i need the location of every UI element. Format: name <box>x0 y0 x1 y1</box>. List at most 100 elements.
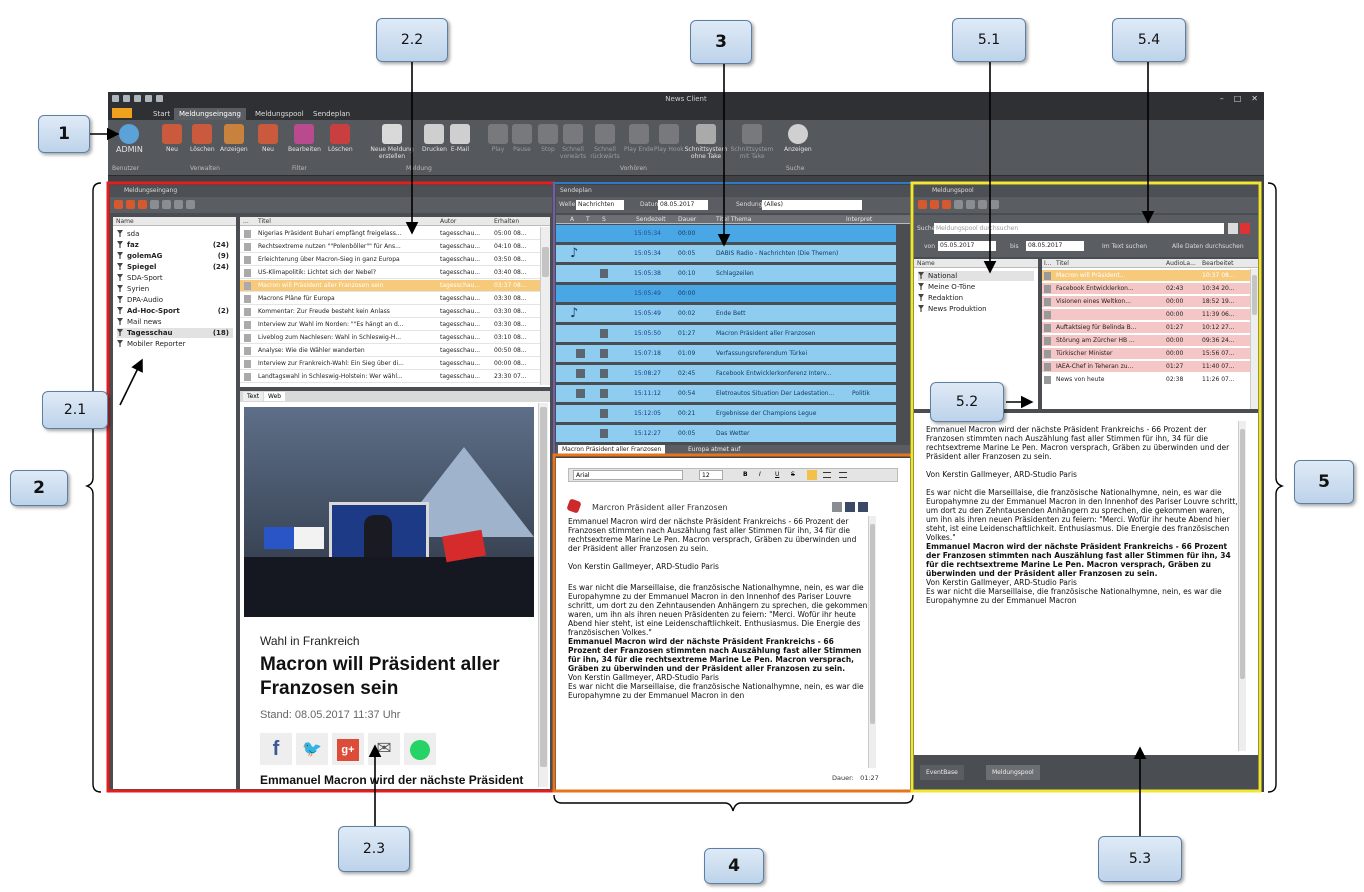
editor-text[interactable]: Emmanuel Macron wird der nächste Präside… <box>568 517 868 770</box>
pool-search-input[interactable]: Meldungspool durchsuchen <box>934 223 1224 234</box>
von-date[interactable]: 05.05.2017 <box>938 241 996 251</box>
column-header[interactable]: Name <box>113 217 236 226</box>
table-row[interactable]: News von heute 02:38 11:26 07... <box>1042 374 1250 386</box>
column-header[interactable]: Name <box>914 259 1038 268</box>
table-row[interactable]: Visionen eines Weltkon... 00:00 18:52 19..… <box>1042 296 1250 308</box>
table-row[interactable]: 00:00 11:39 06... <box>1042 309 1250 321</box>
filter-item[interactable]: DPA-Audio <box>117 295 233 305</box>
tree-item[interactable]: Redaktion <box>918 293 1034 303</box>
message-edit-button[interactable]: Bearbeiten <box>288 124 321 153</box>
search-show-button[interactable]: Anzeigen <box>784 124 812 153</box>
trash-icon[interactable] <box>858 502 868 512</box>
table-row[interactable]: Nigerias Präsident Buhari empfängt freig… <box>240 228 540 240</box>
pause-button[interactable]: Pause <box>512 124 532 153</box>
message-new-button[interactable]: Neu <box>258 124 278 153</box>
app-menu-button[interactable] <box>112 108 132 118</box>
table-row[interactable]: Macron will Präsident... 10:37 08... <box>1042 270 1250 282</box>
text-search-option[interactable]: Im Text suchen <box>1102 243 1147 250</box>
save-icon[interactable] <box>1228 223 1238 234</box>
filter-item[interactable]: sda <box>117 229 233 239</box>
chevron-down-icon[interactable] <box>845 502 855 512</box>
table-row[interactable]: Liveblog zum Nachlesen: Wahl in Schleswi… <box>240 332 540 344</box>
datum-field[interactable]: 08.05.2017 <box>658 200 708 210</box>
play-end-button[interactable]: Play Ende <box>624 124 654 153</box>
tree-item[interactable]: National <box>918 271 1034 281</box>
play-button[interactable]: Play <box>488 124 508 153</box>
cut-system-button[interactable]: Schnittsystem ohne Take <box>685 124 727 160</box>
table-row[interactable]: Türkischer Minister 00:00 15:56 07... <box>1042 348 1250 360</box>
bold-button[interactable]: B <box>743 469 748 481</box>
tab-web[interactable]: Web <box>264 392 286 401</box>
filter-new-button[interactable]: Neu <box>162 124 182 153</box>
tree-item[interactable]: News Produktion <box>918 304 1034 314</box>
filter-item[interactable]: Mobiler Reporter <box>117 339 233 349</box>
filter-delete-button[interactable]: Löschen <box>190 124 215 153</box>
bis-date[interactable]: 08.05.2017 <box>1026 241 1084 251</box>
schedule-row[interactable]: 15:05:49 00:00 <box>556 285 896 302</box>
tab-meldungseingang[interactable]: Meldungseingang <box>174 108 246 120</box>
align-center-icon[interactable] <box>823 472 831 478</box>
table-row[interactable]: US-Klimapolitik: Lichtet sich der Nebel?… <box>240 267 540 279</box>
table-row[interactable]: Kommentar: Zur Freude besteht kein Anlas… <box>240 306 540 318</box>
admin-button[interactable]: ADMIN <box>116 124 143 154</box>
italic-button[interactable]: I <box>759 469 761 481</box>
tab-eventbase[interactable]: EventBase <box>920 765 964 780</box>
play-hook-button[interactable]: Play Hook <box>654 124 684 153</box>
tab-meldungspool[interactable]: Meldungspool <box>250 108 309 120</box>
pool-text[interactable]: Emmanuel Macron wird der nächste Präside… <box>914 413 1258 755</box>
table-row[interactable]: Interview zur Wahl im Norden: ""Es hängt… <box>240 319 540 331</box>
table-row[interactable]: Erleichterung über Macron-Sieg in ganz E… <box>240 254 540 266</box>
size-select[interactable]: 12 <box>699 470 723 480</box>
table-row[interactable]: Rechtsextreme nutzen ""Polenböller"" für… <box>240 241 540 253</box>
schedule-row[interactable]: 15:05:50 01:27 Macron Präsident aller Fran… <box>556 325 896 342</box>
schedule-row[interactable]: 15:12:05 00:21 Ergebnisse der Champions Le… <box>556 405 896 422</box>
filter-item[interactable]: Mail news <box>117 317 233 327</box>
table-row[interactable]: Analyse: Wie die Wähler wanderten tagessc… <box>240 345 540 357</box>
tab-text[interactable]: Text <box>243 392 264 401</box>
cut-system-take-button[interactable]: Schnittsystem mit Take <box>731 124 773 160</box>
schedule-row[interactable]: 15:12:27 00:05 Das Wetter <box>556 425 896 442</box>
schedule-row[interactable]: 15:07:18 01:09 Verfassungsreferendum Türke… <box>556 345 896 362</box>
stop-button[interactable]: Stop <box>538 124 558 153</box>
create-message-button[interactable]: Neue Meldung erstellen <box>370 124 414 160</box>
doc-tab-europa[interactable]: Europa atmet auf <box>684 445 744 455</box>
welle-select[interactable]: Nachrichten <box>576 200 624 210</box>
font-select[interactable]: Arial <box>573 470 683 480</box>
table-row[interactable]: Interview zur Frankreich-Wahl: Ein Sieg … <box>240 358 540 370</box>
schedule-row[interactable]: ♪ 15:05:34 00:05 DABIS Radio - Nachrichten … <box>556 245 896 262</box>
email-button[interactable]: E-Mail <box>450 124 470 153</box>
table-row[interactable]: Auftaktsieg für Belinda B... 01:27 10:12 2… <box>1042 322 1250 334</box>
sendung-select[interactable]: (Alles) <box>762 200 862 210</box>
whatsapp-icon[interactable] <box>404 733 436 765</box>
schedule-row[interactable]: 15:08:27 02:45 Facebook Entwicklerkonferen… <box>556 365 896 382</box>
table-row[interactable]: Störung am Zürcher HB ... 00:00 09:36 24..… <box>1042 335 1250 347</box>
twitter-icon[interactable]: 🐦 <box>296 733 328 765</box>
filter-item[interactable]: SDA-Sport <box>117 273 233 283</box>
filter-item[interactable]: golemAG (9) <box>117 251 233 261</box>
tab-sendeplan[interactable]: Sendeplan <box>308 108 355 120</box>
message-delete-button[interactable]: Löschen <box>328 124 353 153</box>
table-row[interactable]: Landtagswahl in Schleswig-Holstein: Wer … <box>240 371 540 383</box>
all-data-option[interactable]: Alle Daten durchsuchen <box>1172 243 1244 250</box>
tree-item[interactable]: Meine O-Töne <box>918 282 1034 292</box>
doc-tab-macron[interactable]: Macron Präsident aller Franzosen <box>558 445 666 455</box>
mail-icon[interactable]: ✉ <box>368 733 400 765</box>
filter-item[interactable]: Syrien <box>117 284 233 294</box>
rewind-button[interactable]: Schnell rückwärts <box>590 124 620 160</box>
table-row[interactable]: Facebook Entwicklerkon... 02:43 10:34 20..… <box>1042 283 1250 295</box>
edit-icon[interactable] <box>832 502 842 512</box>
strike-button[interactable]: S <box>791 469 795 481</box>
filter-item[interactable]: Tagesschau (18) <box>117 328 233 338</box>
clear-icon[interactable] <box>1240 223 1250 234</box>
schedule-row[interactable]: 15:05:38 00:10 Schlagzeilen <box>556 265 896 282</box>
schedule-row[interactable]: 15:11:12 00:54 Eletroautos Situation Der L… <box>556 385 896 402</box>
filter-item[interactable]: Spiegel (24) <box>117 262 233 272</box>
table-row[interactable]: Macron will Präsident aller Franzosen se… <box>240 280 540 292</box>
facebook-icon[interactable]: f <box>260 733 292 765</box>
table-row[interactable]: IAEA-Chef in Teheran zu... 01:27 11:40 07.… <box>1042 361 1250 373</box>
align-right-icon[interactable] <box>839 472 847 478</box>
schedule-row[interactable]: ♪ 15:05:49 00:02 Ende Bett <box>556 305 896 322</box>
filter-item[interactable]: Ad-Hoc-Sport (2) <box>117 306 233 316</box>
filter-show-button[interactable]: Anzeigen <box>220 124 248 153</box>
align-left-icon[interactable] <box>807 470 817 480</box>
